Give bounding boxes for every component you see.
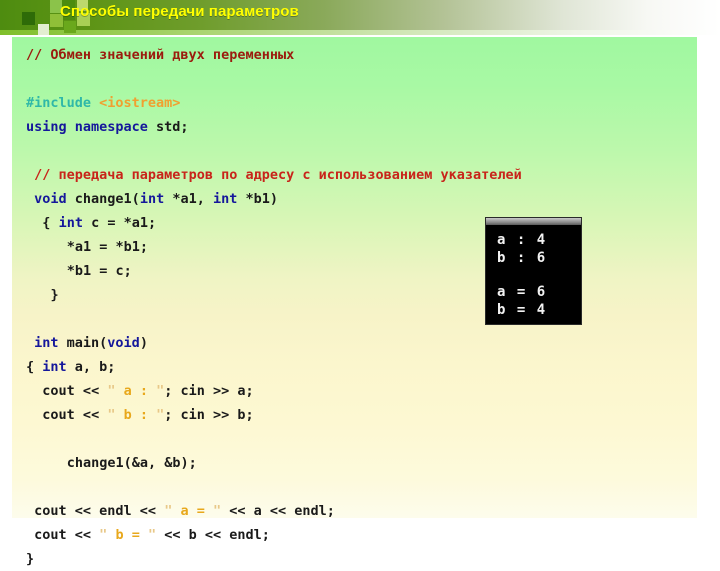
code-line: using namespace std; <box>26 115 189 139</box>
code-token-plain: cout << <box>42 407 108 423</box>
code-token-plain: << a << endl; <box>221 503 335 519</box>
code-line: *a1 = *b1; <box>67 235 148 259</box>
code-token-string-inner: b = <box>107 527 148 543</box>
code-token-keyword: int <box>34 335 67 351</box>
console-output-window: a : 4 b : 6 a = 6 b = 4 <box>485 217 582 325</box>
code-token-keyword: void <box>107 335 140 351</box>
code-token-keyword: void <box>34 191 75 207</box>
console-output-text: a : 4 b : 6 a = 6 b = 4 <box>497 231 547 319</box>
code-token-include-path: <iostream> <box>99 95 181 111</box>
code-token-plain: *b1 = c; <box>66 263 132 279</box>
code-line: #include <iostream> <box>26 91 180 115</box>
code-token-keyword: int <box>42 359 75 375</box>
code-token-plain: ) <box>139 335 148 351</box>
code-token-plain: { <box>26 359 43 375</box>
code-line: change1(&a, &b); <box>67 451 197 475</box>
decorative-square-dark-green <box>22 12 35 25</box>
code-token-keyword: int <box>58 215 92 231</box>
code-token-plain: std; <box>156 119 189 135</box>
console-titlebar <box>486 218 581 225</box>
code-line: } <box>26 547 34 571</box>
code-line: // передача параметров по адресу с испол… <box>34 163 522 187</box>
code-line: { int c = *a1; <box>42 211 156 235</box>
decorative-square-white-green <box>38 24 49 35</box>
code-token-plain: cout << <box>34 527 100 543</box>
page-title: Способы передачи параметров <box>60 3 299 20</box>
code-token-keyword: int <box>212 191 246 207</box>
code-token-plain: { <box>42 215 59 231</box>
code-token-string: " <box>147 527 157 543</box>
code-token-string: " <box>212 503 222 519</box>
code-token-keyword: using namespace <box>26 119 157 135</box>
code-line: cout << endl << " a = " << a << endl; <box>34 499 335 523</box>
code-token-plain: c = *a1; <box>91 215 157 231</box>
code-token-plain: ; cin >> a; <box>164 383 254 399</box>
code-token-plain: main( <box>66 335 108 351</box>
code-line: cout << " a : "; cin >> a; <box>42 379 253 403</box>
code-token-plain: cout << <box>42 383 108 399</box>
code-token-comment: // Обмен значений двух переменных <box>26 47 295 63</box>
code-token-plain: } <box>50 287 59 303</box>
code-token-plain: cout << endl << <box>34 503 165 519</box>
decorative-square-grass-green <box>64 21 76 33</box>
code-line: *b1 = c; <box>67 259 132 283</box>
code-token-plain: << b << endl; <box>156 527 270 543</box>
code-token-string-inner: a : <box>115 383 157 399</box>
code-token-comment-bright: // передача параметров по адресу с испол… <box>34 167 522 183</box>
code-token-plain: *a1, <box>172 191 213 207</box>
header-underline-stripe <box>0 30 720 35</box>
code-token-plain: change1(&a, &b); <box>66 455 197 471</box>
code-line: } <box>50 283 58 307</box>
console-line: a = 6 <box>497 284 547 300</box>
code-line: { int a, b; <box>26 355 115 379</box>
code-token-string-inner: b : <box>115 407 157 423</box>
code-token-string-inner: a = <box>172 503 213 519</box>
console-line: b = 4 <box>497 302 547 318</box>
code-listing: // Обмен значений двух переменных #inclu… <box>12 37 697 567</box>
code-line: void change1(int *a1, int *b1) <box>34 187 278 211</box>
code-line: cout << " b : "; cin >> b; <box>42 403 253 427</box>
console-line: b : 6 <box>497 250 547 266</box>
code-token-plain: ; cin >> b; <box>164 407 254 423</box>
console-line: a : 4 <box>497 232 547 248</box>
code-line: // Обмен значений двух переменных <box>26 43 294 67</box>
code-panel: // Обмен значений двух переменных #inclu… <box>12 37 697 567</box>
code-token-plain: } <box>26 551 35 567</box>
code-token-plain: a, b; <box>74 359 116 375</box>
code-token-preprocessor: #include <box>26 95 100 111</box>
code-token-keyword: int <box>139 191 173 207</box>
code-token-plain: *a1 = *b1; <box>66 239 149 255</box>
code-line: int main(void) <box>34 331 148 355</box>
code-token-plain: change1( <box>74 191 140 207</box>
code-token-plain: *b1) <box>245 191 278 207</box>
code-line: cout << " b = " << b << endl; <box>34 523 270 547</box>
